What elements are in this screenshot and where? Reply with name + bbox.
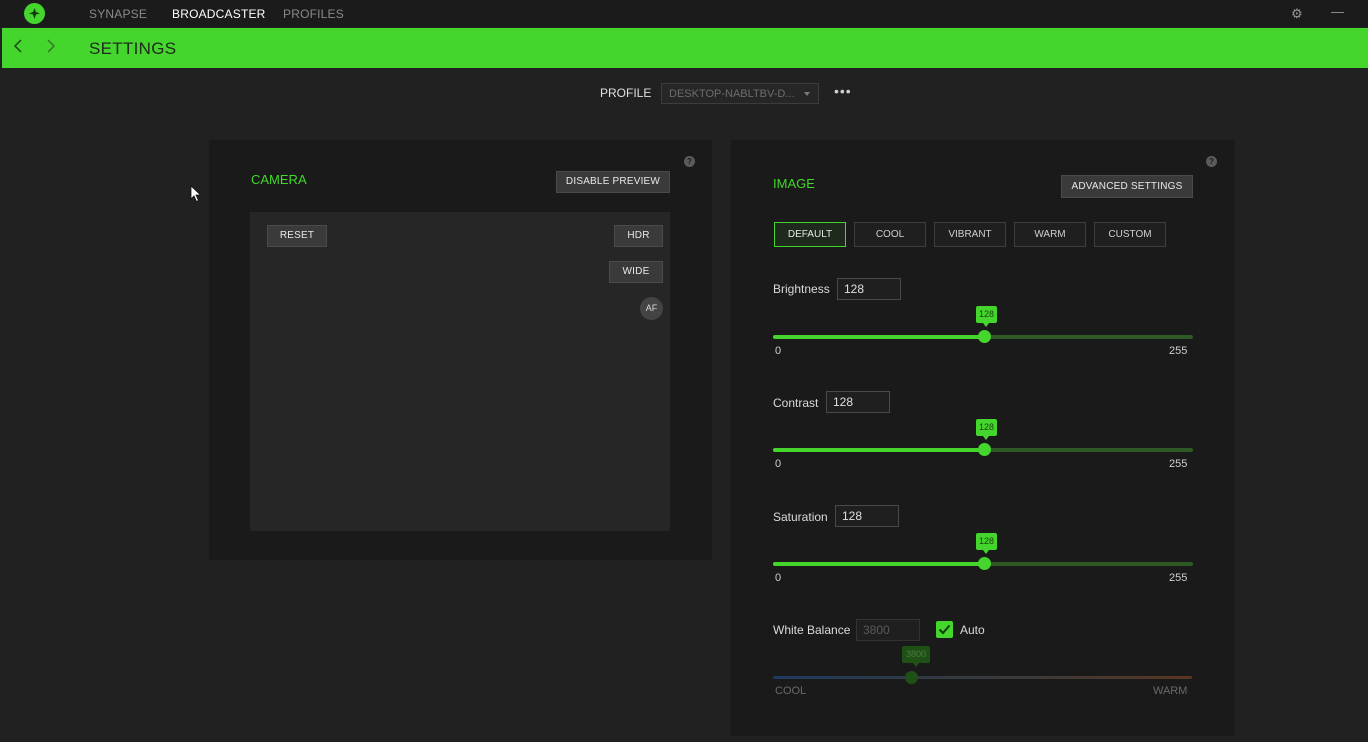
- minimize-icon[interactable]: —: [1331, 4, 1344, 19]
- slider-value-bubble: 128: [976, 419, 997, 440]
- preset-cool-button[interactable]: COOL: [854, 222, 926, 247]
- white-balance-input[interactable]: 3800: [856, 619, 920, 641]
- back-arrow-icon[interactable]: [13, 38, 23, 54]
- reset-button[interactable]: RESET: [267, 225, 327, 247]
- white-balance-slider[interactable]: 3800: [773, 646, 1192, 684]
- slider-thumb[interactable]: [978, 330, 991, 343]
- mouse-cursor-icon: [190, 185, 202, 203]
- advanced-settings-button[interactable]: ADVANCED SETTINGS: [1061, 175, 1193, 198]
- top-bar: SYNAPSE BROADCASTER PROFILES ⚙ —: [0, 0, 1368, 27]
- saturation-max: 255: [1169, 572, 1188, 584]
- tab-synapse[interactable]: SYNAPSE: [89, 7, 147, 21]
- page-header: SETTINGS: [2, 28, 1368, 68]
- camera-title: CAMERA: [251, 172, 307, 187]
- slider-track[interactable]: 128: [773, 533, 1193, 570]
- white-balance-slider-thumb[interactable]: [905, 671, 918, 684]
- brightness-min: 0: [775, 345, 782, 357]
- hdr-button[interactable]: HDR: [614, 225, 663, 247]
- preset-vibrant-button[interactable]: VIBRANT: [934, 222, 1006, 247]
- slider-value-bubble: 128: [976, 306, 997, 327]
- camera-preview: [250, 212, 670, 531]
- white-balance-cool-label: COOL: [775, 685, 807, 697]
- disable-preview-button[interactable]: DISABLE PREVIEW: [556, 171, 670, 193]
- contrast-max: 255: [1169, 458, 1188, 470]
- preset-custom-button[interactable]: CUSTOM: [1094, 222, 1166, 247]
- checkmark-icon: [938, 624, 951, 635]
- tab-broadcaster[interactable]: BROADCASTER: [172, 7, 266, 21]
- contrast-label: Contrast: [773, 396, 819, 410]
- brightness-max: 255: [1169, 345, 1188, 357]
- auto-white-balance-checkbox[interactable]: [936, 621, 953, 638]
- slider-track[interactable]: 128: [773, 419, 1193, 456]
- brightness-label: Brightness: [773, 282, 830, 296]
- saturation-input[interactable]: 128: [835, 505, 899, 527]
- razer-logo-icon[interactable]: [24, 3, 45, 24]
- tab-profiles[interactable]: PROFILES: [283, 7, 344, 21]
- slider-fill: [773, 335, 984, 339]
- profile-label: PROFILE: [600, 86, 652, 100]
- image-help-icon[interactable]: ?: [1206, 156, 1217, 167]
- slider-thumb[interactable]: [978, 557, 991, 570]
- forward-arrow-icon[interactable]: [46, 38, 56, 54]
- autofocus-button[interactable]: AF: [640, 297, 663, 320]
- white-balance-warm-label: WARM: [1153, 685, 1188, 697]
- preset-warm-button[interactable]: WARM: [1014, 222, 1086, 247]
- white-balance-value-bubble: 3800: [902, 646, 930, 667]
- slider-thumb[interactable]: [978, 443, 991, 456]
- camera-help-icon[interactable]: ?: [684, 156, 695, 167]
- saturation-label: Saturation: [773, 510, 828, 524]
- saturation-min: 0: [775, 572, 782, 584]
- profile-selected-value: DESKTOP-NABLTBV-D...: [669, 88, 795, 100]
- contrast-input[interactable]: 128: [826, 391, 890, 413]
- brightness-input[interactable]: 128: [837, 278, 901, 300]
- white-balance-label: White Balance: [773, 623, 851, 637]
- slider-track[interactable]: 128: [773, 306, 1193, 343]
- slider-value-bubble: 128: [976, 533, 997, 554]
- page-title: SETTINGS: [89, 39, 177, 58]
- chevron-down-icon: [804, 92, 810, 96]
- wide-button[interactable]: WIDE: [609, 261, 663, 283]
- contrast-min: 0: [775, 458, 782, 470]
- auto-label: Auto: [960, 623, 985, 637]
- profile-dropdown[interactable]: DESKTOP-NABLTBV-D...: [661, 83, 819, 104]
- gear-icon[interactable]: ⚙: [1291, 6, 1303, 22]
- slider-fill: [773, 562, 984, 566]
- slider-fill: [773, 448, 984, 452]
- preset-default-button[interactable]: DEFAULT: [774, 222, 846, 247]
- image-title: IMAGE: [773, 176, 815, 191]
- more-options-icon[interactable]: •••: [834, 84, 852, 98]
